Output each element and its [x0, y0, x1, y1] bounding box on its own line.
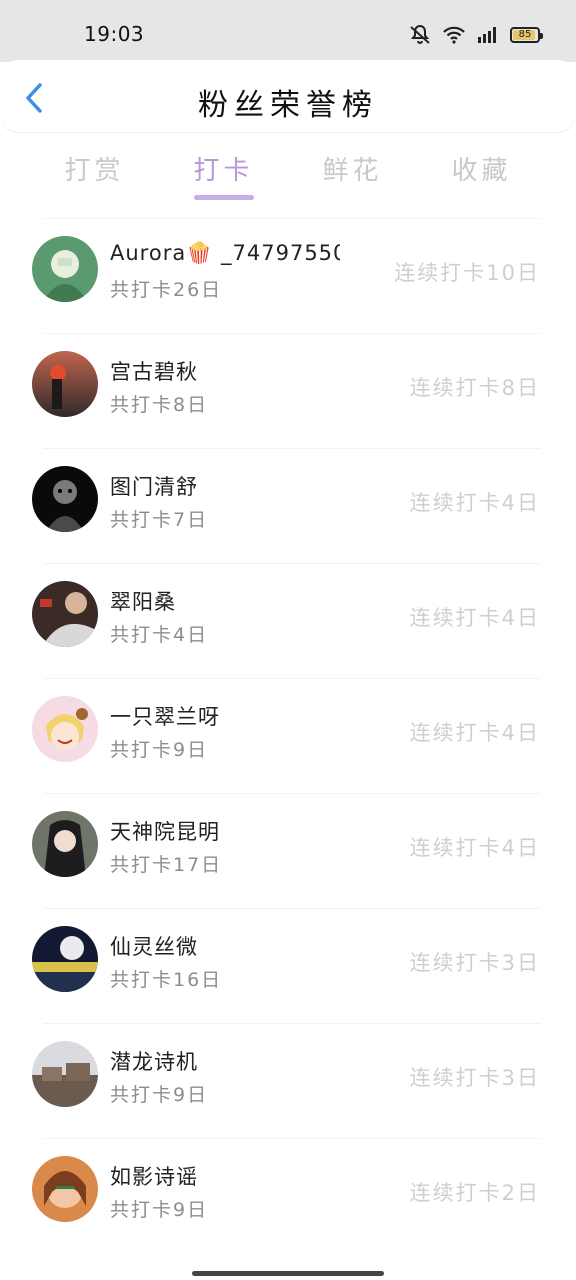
tab-label: 打赏: [64, 156, 125, 186]
user-name: 翠阳桑: [110, 590, 176, 614]
avatar[interactable]: [32, 696, 98, 762]
user-name: 仙灵丝微: [110, 935, 198, 959]
list-item[interactable]: 如影诗谣 共打卡9日 连续打卡2日: [32, 1138, 540, 1253]
list-item[interactable]: Aurora🍿 _74797550… 共打卡26日 连续打卡10日: [32, 218, 540, 333]
battery-icon: 85: [510, 27, 543, 43]
page-title: 粉丝荣誉榜: [198, 88, 378, 123]
tab-bar: 打赏 打卡 鲜花 收藏: [30, 140, 546, 202]
list-item[interactable]: 天神院昆明 共打卡17日 连续打卡4日: [32, 793, 540, 908]
streak-checkin: 连续打卡10日: [394, 261, 540, 285]
tab-label: 收藏: [451, 156, 512, 186]
total-checkin: 共打卡7日: [110, 509, 209, 531]
status-bar: 19:03 85: [0, 0, 576, 62]
streak-checkin: 连续打卡8日: [409, 376, 540, 400]
user-name: 一只翠兰呀: [110, 705, 220, 729]
avatar[interactable]: [32, 351, 98, 417]
cellular-signal-icon: [478, 27, 496, 43]
total-checkin: 共打卡4日: [110, 624, 209, 646]
avatar[interactable]: [32, 811, 98, 877]
streak-checkin: 连续打卡2日: [409, 1181, 540, 1205]
total-checkin: 共打卡26日: [110, 279, 223, 301]
total-checkin: 共打卡16日: [110, 969, 223, 991]
streak-checkin: 连续打卡3日: [409, 1066, 540, 1090]
streak-checkin: 连续打卡4日: [409, 606, 540, 630]
user-name: 天神院昆明: [110, 820, 220, 844]
avatar[interactable]: [32, 466, 98, 532]
total-checkin: 共打卡9日: [110, 739, 209, 761]
active-tab-indicator: [193, 195, 254, 200]
battery-level: 85: [518, 29, 532, 40]
tab-flowers[interactable]: 鲜花: [288, 140, 417, 202]
user-name: Aurora🍿 _74797550…: [110, 241, 340, 265]
user-name: 潜龙诗机: [110, 1050, 198, 1074]
list-item[interactable]: 潜龙诗机 共打卡9日 连续打卡3日: [32, 1023, 540, 1138]
user-name: 宫古碧秋: [110, 360, 198, 384]
header: 粉丝荣誉榜: [0, 60, 576, 132]
user-name: 如影诗谣: [110, 1165, 198, 1189]
avatar[interactable]: [32, 1041, 98, 1107]
avatar[interactable]: [32, 581, 98, 647]
total-checkin: 共打卡8日: [110, 394, 209, 416]
status-icons: 85: [408, 24, 543, 46]
list-item[interactable]: 仙灵丝微 共打卡16日 连续打卡3日: [32, 908, 540, 1023]
tab-label: 鲜花: [322, 156, 383, 186]
tab-label: 打卡: [193, 156, 254, 186]
streak-checkin: 连续打卡3日: [409, 951, 540, 975]
avatar[interactable]: [32, 1156, 98, 1222]
streak-checkin: 连续打卡4日: [409, 836, 540, 860]
total-checkin: 共打卡9日: [110, 1084, 209, 1106]
tab-collect[interactable]: 收藏: [417, 140, 546, 202]
list-item[interactable]: 宫古碧秋 共打卡8日 连续打卡8日: [32, 333, 540, 448]
list-item[interactable]: 一只翠兰呀 共打卡9日 连续打卡4日: [32, 678, 540, 793]
total-checkin: 共打卡9日: [110, 1199, 209, 1221]
list-item[interactable]: 图门清舒 共打卡7日 连续打卡4日: [32, 448, 540, 563]
user-name: 图门清舒: [110, 475, 198, 499]
mute-bell-icon: [410, 24, 430, 44]
avatar[interactable]: [32, 926, 98, 992]
streak-checkin: 连续打卡4日: [409, 721, 540, 745]
total-checkin: 共打卡17日: [110, 854, 223, 876]
wifi-icon: [443, 26, 465, 44]
ranking-list: Aurora🍿 _74797550… 共打卡26日 连续打卡10日 宫古碧秋 共…: [0, 218, 576, 1253]
list-item[interactable]: 翠阳桑 共打卡4日 连续打卡4日: [32, 563, 540, 678]
avatar[interactable]: [32, 236, 98, 302]
status-time: 19:03: [84, 22, 145, 46]
tab-checkin[interactable]: 打卡: [159, 140, 288, 202]
streak-checkin: 连续打卡4日: [409, 491, 540, 515]
tab-reward[interactable]: 打赏: [30, 140, 159, 202]
home-indicator[interactable]: [192, 1271, 384, 1276]
